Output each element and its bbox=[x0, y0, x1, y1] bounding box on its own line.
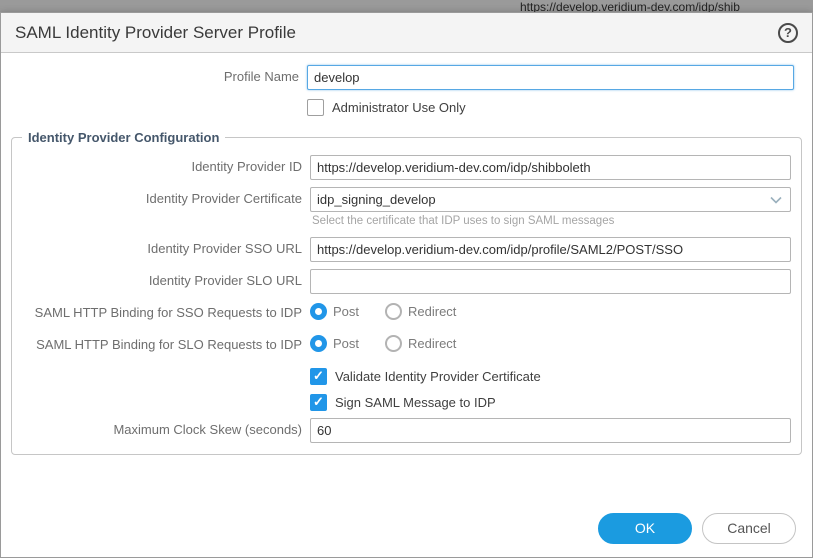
dialog-footer: OK Cancel bbox=[1, 499, 812, 557]
validate-cert-checkbox[interactable] bbox=[310, 368, 327, 385]
idp-certificate-label: Identity Provider Certificate bbox=[12, 187, 310, 207]
sso-url-input[interactable] bbox=[310, 237, 791, 262]
slo-binding-post-radio[interactable] bbox=[310, 335, 327, 352]
idp-id-input[interactable] bbox=[310, 155, 791, 180]
cancel-button[interactable]: Cancel bbox=[702, 513, 796, 544]
idp-id-row: Identity Provider ID bbox=[12, 155, 801, 180]
sso-url-label: Identity Provider SSO URL bbox=[12, 237, 310, 257]
slo-url-label: Identity Provider SLO URL bbox=[12, 269, 310, 289]
help-icon[interactable]: ? bbox=[778, 23, 798, 43]
sign-saml-label: Sign SAML Message to IDP bbox=[335, 395, 496, 410]
sso-binding-post-label: Post bbox=[333, 304, 359, 319]
idp-certificate-row: Identity Provider Certificate Select the… bbox=[12, 187, 801, 237]
sso-binding-post-radio[interactable] bbox=[310, 303, 327, 320]
profile-name-input[interactable] bbox=[307, 65, 794, 90]
admin-use-only-checkbox[interactable] bbox=[307, 99, 324, 116]
fieldset-legend: Identity Provider Configuration bbox=[22, 130, 225, 145]
clock-skew-label: Maximum Clock Skew (seconds) bbox=[12, 418, 310, 438]
dialog-header: SAML Identity Provider Server Profile ? bbox=[1, 13, 812, 53]
sign-saml-checkbox[interactable] bbox=[310, 394, 327, 411]
admin-use-only-label: Administrator Use Only bbox=[332, 100, 466, 115]
sign-saml-row: Sign SAML Message to IDP bbox=[12, 392, 801, 411]
profile-name-label: Profile Name bbox=[9, 65, 307, 85]
slo-binding-redirect-radio[interactable] bbox=[385, 335, 402, 352]
validate-cert-row: Validate Identity Provider Certificate bbox=[12, 366, 801, 385]
sso-binding-label: SAML HTTP Binding for SSO Requests to ID… bbox=[12, 301, 310, 321]
profile-name-row: Profile Name bbox=[9, 65, 804, 90]
slo-url-input[interactable] bbox=[310, 269, 791, 294]
slo-binding-post-label: Post bbox=[333, 336, 359, 351]
slo-binding-redirect-label: Redirect bbox=[408, 336, 456, 351]
dialog-title: SAML Identity Provider Server Profile bbox=[15, 23, 778, 43]
identity-provider-configuration-fieldset: Identity Provider Configuration Identity… bbox=[11, 130, 802, 455]
chevron-down-icon[interactable] bbox=[769, 193, 783, 207]
sso-binding-redirect-label: Redirect bbox=[408, 304, 456, 319]
sso-url-row: Identity Provider SSO URL bbox=[12, 237, 801, 262]
dialog-body: Profile Name Administrator Use Only Iden… bbox=[1, 53, 812, 499]
idp-certificate-hint: Select the certificate that IDP uses to … bbox=[310, 212, 791, 237]
ok-button[interactable]: OK bbox=[598, 513, 692, 544]
validate-cert-label: Validate Identity Provider Certificate bbox=[335, 369, 541, 384]
slo-binding-row: SAML HTTP Binding for SLO Requests to ID… bbox=[12, 333, 801, 353]
sso-binding-redirect-radio[interactable] bbox=[385, 303, 402, 320]
slo-binding-label: SAML HTTP Binding for SLO Requests to ID… bbox=[12, 333, 310, 353]
idp-certificate-select[interactable] bbox=[310, 187, 791, 212]
clock-skew-row: Maximum Clock Skew (seconds) bbox=[12, 418, 801, 443]
saml-idp-server-profile-dialog: SAML Identity Provider Server Profile ? … bbox=[0, 12, 813, 558]
sso-binding-row: SAML HTTP Binding for SSO Requests to ID… bbox=[12, 301, 801, 321]
idp-id-label: Identity Provider ID bbox=[12, 155, 310, 175]
slo-url-row: Identity Provider SLO URL bbox=[12, 269, 801, 294]
admin-use-only-row: Administrator Use Only bbox=[9, 97, 804, 116]
clock-skew-input[interactable] bbox=[310, 418, 791, 443]
